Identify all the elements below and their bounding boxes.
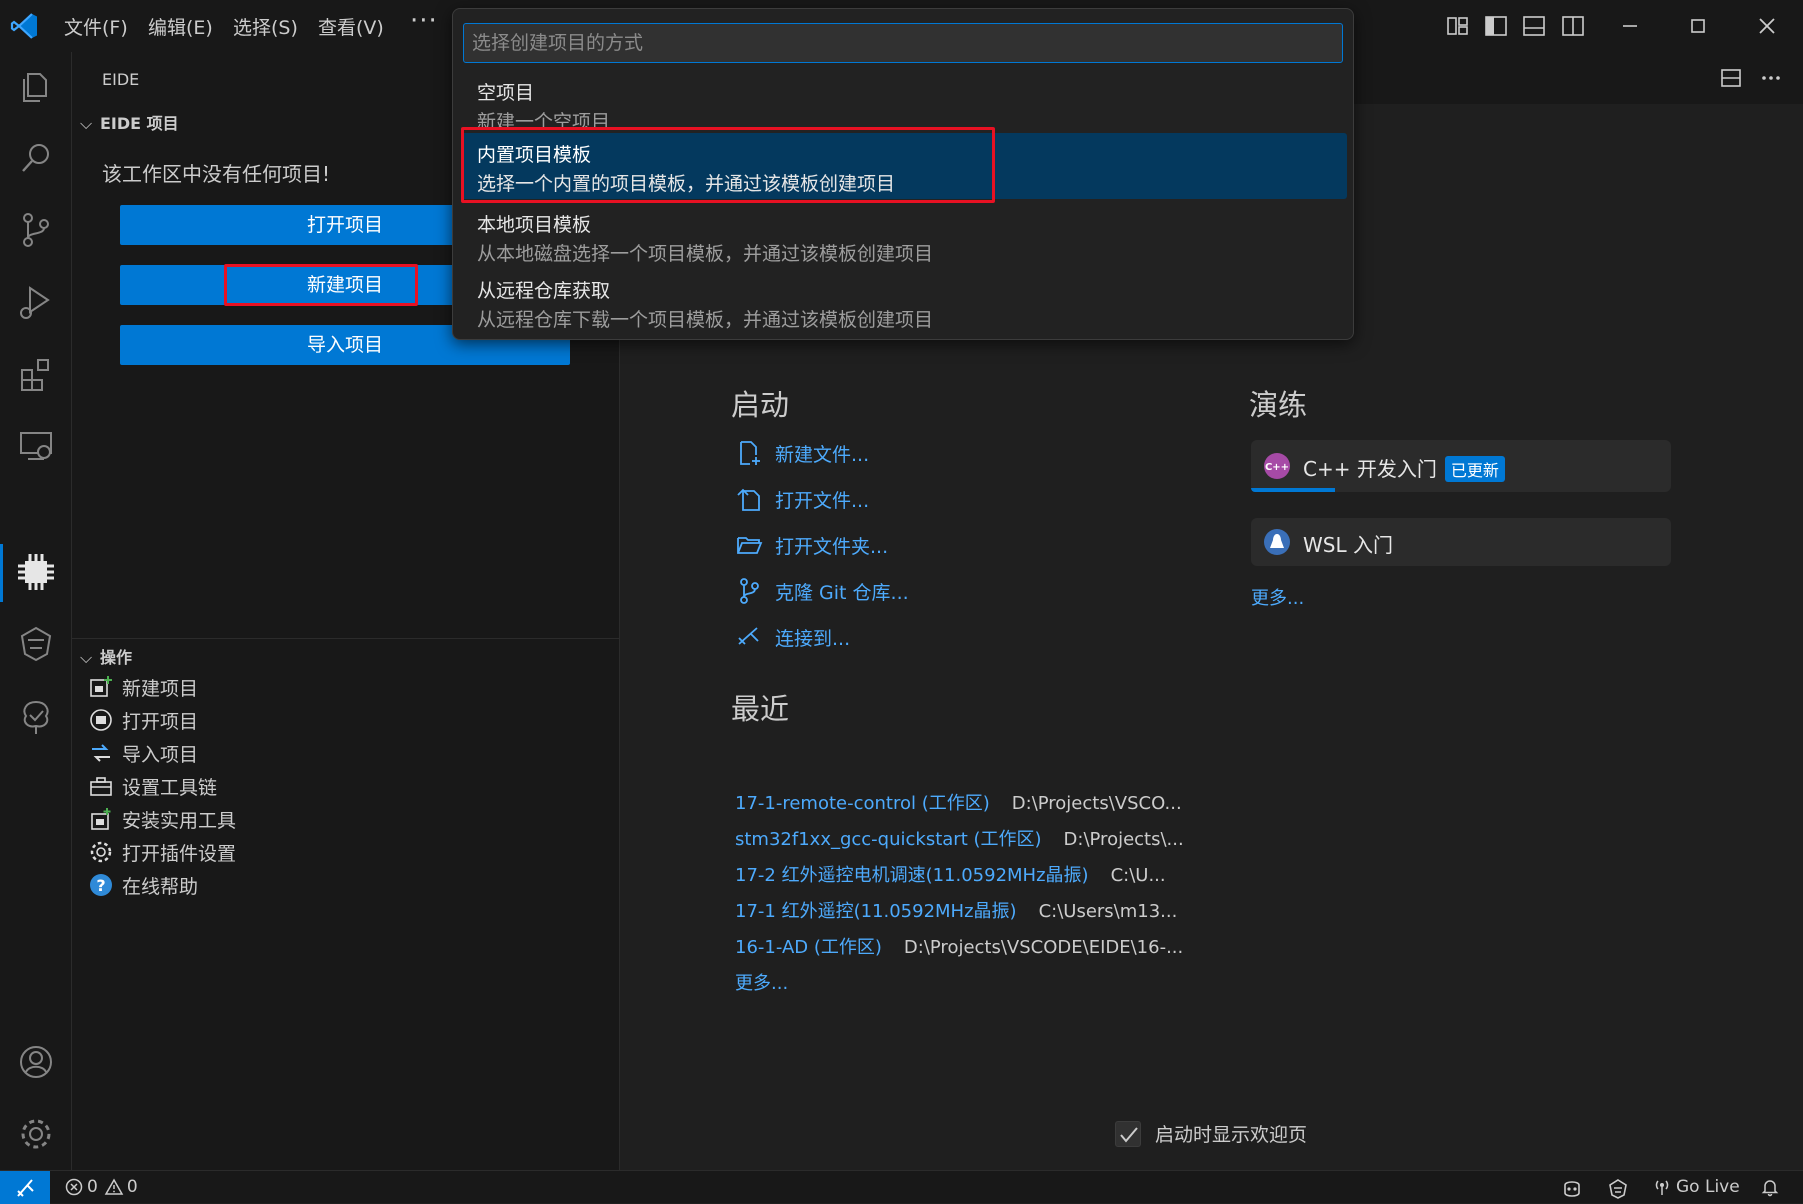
show-welcome-checkbox[interactable]: [1115, 1120, 1141, 1147]
quick-pick-item-builtin-template[interactable]: 内置项目模板 选择一个内置的项目模板，并通过该模板创建项目: [461, 133, 1347, 199]
settings-gear-icon: [90, 841, 112, 863]
start-new-file[interactable]: 新建文件...: [735, 438, 869, 468]
start-heading: 启动: [731, 388, 790, 422]
sidebar-title: EIDE: [102, 70, 140, 89]
start-connect-to[interactable]: 连接到...: [735, 622, 850, 652]
operations-section-header[interactable]: ⌵ 操作: [80, 644, 132, 668]
recent-heading: 最近: [731, 692, 790, 726]
cpp-icon: C++: [1264, 453, 1290, 479]
svg-text:C++: C++: [1265, 462, 1289, 473]
active-view-indicator: [0, 544, 3, 602]
customize-layout-icon[interactable]: [1444, 12, 1472, 40]
split-editor-icon[interactable]: [1719, 66, 1743, 90]
remote-connect-icon: [738, 627, 759, 645]
wsl-icon: [1264, 529, 1290, 555]
account-icon[interactable]: [14, 1040, 58, 1084]
walkthroughs-heading: 演练: [1249, 388, 1308, 422]
search-icon[interactable]: [14, 136, 58, 180]
testing-icon[interactable]: [14, 694, 58, 738]
open-project-icon: [90, 709, 112, 731]
broadcast-icon: [1655, 1180, 1669, 1195]
git-clone-icon: [740, 578, 759, 604]
problems-status[interactable]: 0 0: [64, 1177, 138, 1197]
eide-chip-icon[interactable]: [14, 550, 58, 594]
recent-item[interactable]: 17-1 红外遥控(11.0592MHz晶振) C:\Users\m13...: [735, 897, 1177, 923]
walkthrough-progress-bar: [1251, 488, 1335, 492]
more-actions-icon[interactable]: [1759, 66, 1783, 90]
extension-status-icon[interactable]: [1606, 1177, 1630, 1201]
quick-pick-item-remote-repo[interactable]: 从远程仓库获取 从远程仓库下载一个项目模板，并通过该模板创建项目: [461, 269, 1347, 335]
walkthrough-cpp-title: C++ 开发入门: [1303, 457, 1437, 481]
source-control-icon[interactable]: [14, 208, 58, 252]
op-set-toolchain[interactable]: 设置工具链: [88, 771, 217, 801]
open-file-icon: [737, 488, 760, 511]
notifications-bell-icon[interactable]: [1760, 1177, 1780, 1197]
help-icon: ?: [90, 874, 112, 896]
section-divider: [72, 638, 620, 639]
copilot-icon[interactable]: [14, 622, 58, 666]
remote-indicator[interactable]: [0, 1171, 50, 1204]
menu-view[interactable]: 查看(V): [318, 13, 384, 40]
svg-text:?: ?: [96, 876, 105, 895]
start-clone-git[interactable]: 克隆 Git 仓库...: [735, 576, 909, 606]
close-icon[interactable]: [1753, 12, 1781, 40]
go-live-button[interactable]: Go Live: [1652, 1177, 1740, 1197]
error-icon: [65, 1178, 83, 1196]
activity-bar: [0, 52, 72, 1170]
chevron-down-icon: ⌵: [80, 114, 93, 133]
vscode-logo-icon: [10, 11, 40, 41]
start-open-file[interactable]: 打开文件...: [735, 484, 869, 514]
recent-item[interactable]: 17-2 红外遥控电机调速(11.0592MHz晶振) C:\U...: [735, 861, 1166, 887]
chevron-down-icon: ⌵: [80, 648, 93, 667]
empty-workspace-message: 该工作区中没有任何项目!: [102, 162, 331, 186]
menu-file[interactable]: 文件(F): [64, 13, 128, 40]
walkthrough-more-link[interactable]: 更多...: [1251, 584, 1304, 610]
warning-icon: [104, 1178, 124, 1195]
run-debug-icon[interactable]: [14, 280, 58, 324]
menu-more-icon[interactable]: ···: [410, 6, 438, 36]
recent-more-link[interactable]: 更多...: [735, 969, 788, 995]
extensions-icon[interactable]: [14, 352, 58, 396]
walkthrough-cpp-card[interactable]: C++ C++ 开发入门 已更新: [1251, 440, 1671, 492]
show-welcome-label: 启动时显示欢迎页: [1155, 1124, 1308, 1146]
create-project-quick-pick: 空项目 新建一个空项目 内置项目模板 选择一个内置的项目模板，并通过该模板创建项…: [452, 8, 1354, 340]
toggle-primary-sidebar-icon[interactable]: [1482, 12, 1510, 40]
minimize-icon[interactable]: [1616, 12, 1644, 40]
eide-projects-section-header[interactable]: ⌵ EIDE 项目: [80, 110, 179, 134]
toggle-secondary-sidebar-icon[interactable]: [1559, 12, 1587, 40]
menu-selection[interactable]: 选择(S): [233, 13, 298, 40]
status-bar: 0 0 Go Live: [0, 1170, 1803, 1204]
op-plugin-settings[interactable]: 打开插件设置: [88, 837, 236, 867]
op-install-tools[interactable]: 安装实用工具: [88, 804, 236, 834]
copilot-status-icon[interactable]: [1560, 1177, 1584, 1201]
recent-item[interactable]: 16-1-AD (工作区) D:\Projects\VSCODE\EIDE\16-…: [735, 933, 1183, 959]
op-online-help[interactable]: ? 在线帮助: [88, 870, 198, 900]
import-project-icon: [92, 744, 110, 762]
maximize-icon[interactable]: [1684, 12, 1712, 40]
toggle-panel-icon[interactable]: [1520, 12, 1548, 40]
new-project-icon: [90, 676, 112, 697]
start-open-folder[interactable]: 打开文件夹...: [735, 530, 888, 560]
op-new-project[interactable]: 新建项目: [88, 672, 198, 702]
op-open-project[interactable]: 打开项目: [88, 705, 198, 735]
show-welcome-on-startup[interactable]: 启动时显示欢迎页: [1115, 1120, 1307, 1147]
quick-pick-item-local-template[interactable]: 本地项目模板 从本地磁盘选择一个项目模板，并通过该模板创建项目: [461, 203, 1347, 269]
recent-item[interactable]: stm32f1xx_gcc-quickstart (工作区) D:\Project…: [735, 825, 1184, 851]
toolbox-icon: [90, 777, 112, 796]
manage-gear-icon[interactable]: [14, 1112, 58, 1156]
recent-item[interactable]: 17-1-remote-control (工作区) D:\Projects\VSC…: [735, 789, 1182, 815]
open-folder-icon: [737, 537, 763, 554]
walkthrough-wsl-card[interactable]: WSL 入门: [1251, 518, 1671, 566]
walkthrough-wsl-title: WSL 入门: [1303, 533, 1393, 557]
op-import-project[interactable]: 导入项目: [88, 738, 198, 768]
menu-edit[interactable]: 编辑(E): [148, 13, 213, 40]
quick-pick-input[interactable]: [463, 23, 1343, 63]
explorer-icon[interactable]: [14, 64, 58, 108]
new-file-icon: [740, 441, 760, 465]
quick-pick-item-empty-project[interactable]: 空项目 新建一个空项目: [461, 71, 1347, 137]
install-tools-icon: [91, 808, 111, 830]
remote-explorer-icon[interactable]: [14, 424, 58, 468]
updated-badge: 已更新: [1444, 456, 1505, 482]
